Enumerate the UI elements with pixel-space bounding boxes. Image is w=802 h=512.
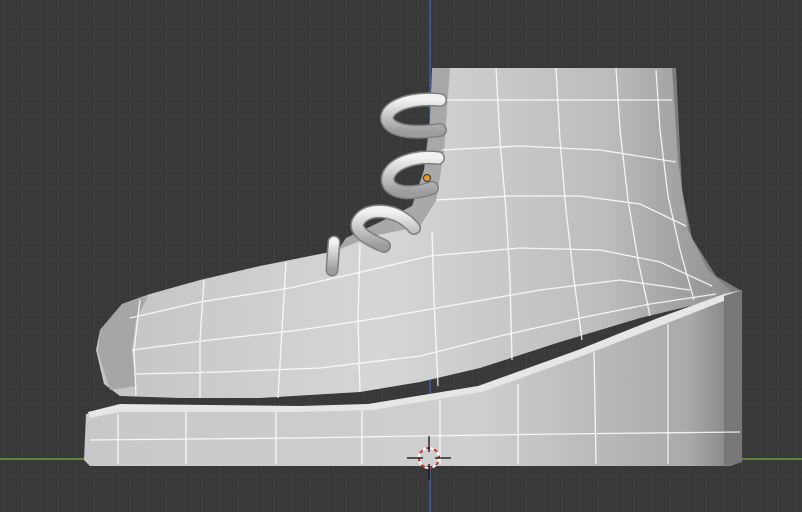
boot-sole-heel-side bbox=[724, 290, 742, 466]
3d-viewport[interactable] bbox=[0, 0, 802, 512]
object-origin-icon[interactable] bbox=[423, 174, 431, 182]
lace-stub bbox=[325, 235, 341, 277]
viewport-canvas[interactable] bbox=[0, 0, 802, 512]
